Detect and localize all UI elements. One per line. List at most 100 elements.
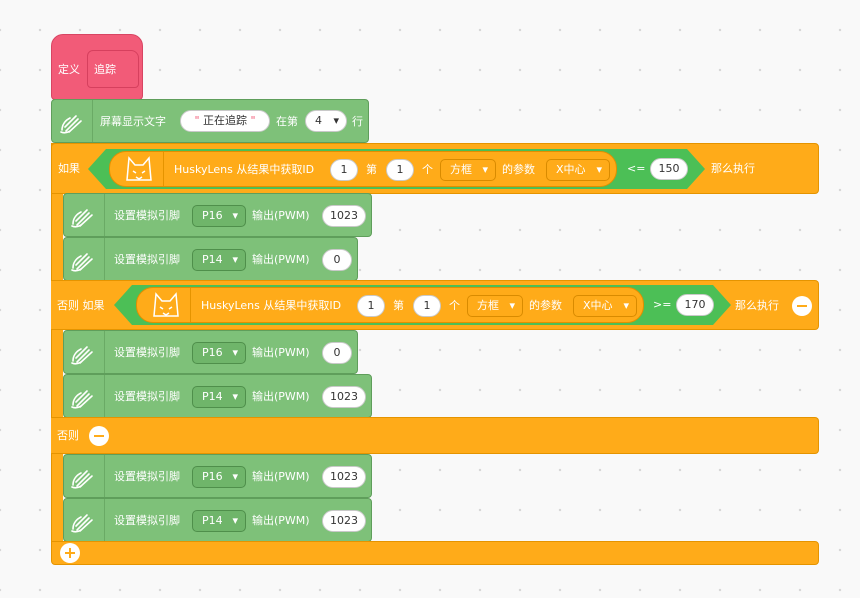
- pin-dropdown-5[interactable]: P16: [192, 466, 246, 488]
- pwm-out-label-6: 输出(PWM): [252, 514, 310, 527]
- pwm-value-1: 1023: [330, 209, 358, 222]
- threshold-input-1[interactable]: 150: [650, 158, 688, 180]
- huskylens-reporter-1[interactable]: HuskyLens 从结果中获取ID 1 第 1 个 方框 的参数 X中心: [109, 151, 617, 187]
- define-block[interactable]: 定义 追踪: [51, 34, 143, 100]
- compare-op-2: >=: [653, 298, 672, 311]
- pin-value-1: P16: [202, 209, 223, 222]
- if-then-label: 那么执行: [711, 162, 755, 175]
- compare-op-1: <=: [627, 162, 646, 175]
- threshold-value-1: 150: [658, 162, 680, 175]
- pwm-block-5[interactable]: 设置模拟引脚 P16 输出(PWM) 1023: [63, 454, 372, 498]
- threshold-value-2: 170: [684, 298, 706, 311]
- display-text-value: 正在追踪: [203, 114, 247, 127]
- pwm-value-input-6[interactable]: 1023: [322, 510, 366, 532]
- husky-param-dropdown-2[interactable]: X中心: [573, 295, 637, 317]
- pin-dropdown-3[interactable]: P16: [192, 342, 246, 364]
- pwm-out-label-4: 输出(PWM): [252, 390, 310, 403]
- husky-index-value-1: 1: [396, 163, 404, 176]
- husky-id-value-2: 1: [367, 299, 375, 312]
- husky-shape-dropdown-1[interactable]: 方框: [440, 159, 496, 181]
- microbit-hand-icon: [69, 204, 97, 228]
- huskylens-reporter-2[interactable]: HuskyLens 从结果中获取ID 1 第 1 个 方框 的参数 X中心: [136, 287, 644, 323]
- husky-id-input-1[interactable]: 1: [330, 159, 358, 181]
- pwm-block-1[interactable]: 设置模拟引脚 P16 输出(PWM) 1023: [63, 193, 372, 237]
- microbit-hand-icon: [69, 385, 97, 409]
- husky-param-dropdown-1[interactable]: X中心: [546, 159, 610, 181]
- pwm-value-input-1[interactable]: 1023: [322, 205, 366, 227]
- pwm-block-3[interactable]: 设置模拟引脚 P16 输出(PWM) 0: [63, 330, 358, 374]
- if-label: 如果: [58, 162, 80, 175]
- husky-prefix-1: HuskyLens 从结果中获取ID: [174, 163, 315, 176]
- pwm-value-3: 0: [333, 346, 341, 359]
- row-suffix-label: 行: [352, 115, 363, 128]
- pin-value-3: P16: [202, 346, 223, 359]
- husky-index-input-1[interactable]: 1: [386, 159, 414, 181]
- husky-prefix-2: HuskyLens 从结果中获取ID: [201, 299, 342, 312]
- pin-dropdown-2[interactable]: P14: [192, 249, 246, 271]
- screen-display-label: 屏幕显示文字: [100, 115, 166, 128]
- husky-di-2: 第: [393, 299, 404, 312]
- microbit-hand-icon: [69, 509, 97, 533]
- quote-close: ": [250, 114, 256, 127]
- add-branch-button[interactable]: [60, 543, 80, 563]
- pwm-value-4: 1023: [330, 390, 358, 403]
- husky-shape-value-2: 方框: [477, 299, 499, 312]
- husky-shape-value-1: 方框: [450, 163, 472, 176]
- pwm-value-6: 1023: [330, 514, 358, 527]
- pwm-out-label-2: 输出(PWM): [252, 253, 310, 266]
- husky-id-value-1: 1: [340, 163, 348, 176]
- husky-ge-1: 个: [422, 163, 433, 176]
- microbit-hand-icon: [58, 110, 86, 134]
- pwm-value-input-5[interactable]: 1023: [322, 466, 366, 488]
- elseif-label: 否则 如果: [57, 299, 105, 312]
- pin-dropdown-6[interactable]: P14: [192, 510, 246, 532]
- huskylens-cat-icon: [122, 154, 156, 186]
- microbit-hand-icon: [69, 341, 97, 365]
- pin-value-5: P16: [202, 470, 223, 483]
- pwm-block-4[interactable]: 设置模拟引脚 P14 输出(PWM) 1023: [63, 374, 372, 418]
- pwm-block-2[interactable]: 设置模拟引脚 P14 输出(PWM) 0: [63, 237, 358, 281]
- row-number-value: 4: [315, 114, 322, 127]
- if-block-frame: [51, 143, 63, 565]
- row-number-dropdown[interactable]: 4: [305, 110, 347, 132]
- define-name-slot[interactable]: 追踪: [87, 50, 139, 88]
- pwm-label-1: 设置模拟引脚: [114, 209, 180, 222]
- elseif-then-label: 那么执行: [735, 299, 779, 312]
- pwm-value-input-3[interactable]: 0: [322, 342, 352, 364]
- pwm-label-2: 设置模拟引脚: [114, 253, 180, 266]
- microbit-hand-icon: [69, 248, 97, 272]
- pwm-out-label-1: 输出(PWM): [252, 209, 310, 222]
- screen-display-block[interactable]: 屏幕显示文字 " 正在追踪 " 在第 4 行: [51, 99, 369, 143]
- remove-else-button[interactable]: [89, 426, 109, 446]
- husky-ge-2: 个: [449, 299, 460, 312]
- if-block-footer: [51, 541, 819, 565]
- husky-index-value-2: 1: [423, 299, 431, 312]
- pwm-value-input-4[interactable]: 1023: [322, 386, 366, 408]
- husky-index-input-2[interactable]: 1: [413, 295, 441, 317]
- threshold-input-2[interactable]: 170: [676, 294, 714, 316]
- husky-shape-dropdown-2[interactable]: 方框: [467, 295, 523, 317]
- pwm-block-6[interactable]: 设置模拟引脚 P14 输出(PWM) 1023: [63, 498, 372, 542]
- display-text-input[interactable]: " 正在追踪 ": [180, 110, 270, 132]
- pin-dropdown-4[interactable]: P14: [192, 386, 246, 408]
- pwm-out-label-5: 输出(PWM): [252, 470, 310, 483]
- pwm-label-5: 设置模拟引脚: [114, 470, 180, 483]
- husky-param-label-2: 的参数: [529, 299, 562, 312]
- husky-di-1: 第: [366, 163, 377, 176]
- pwm-value-input-2[interactable]: 0: [322, 249, 352, 271]
- pwm-out-label-3: 输出(PWM): [252, 346, 310, 359]
- pin-dropdown-1[interactable]: P16: [192, 205, 246, 227]
- pwm-label-4: 设置模拟引脚: [114, 390, 180, 403]
- else-label: 否则: [57, 429, 79, 442]
- else-header[interactable]: 否则: [51, 417, 819, 454]
- husky-id-input-2[interactable]: 1: [357, 295, 385, 317]
- define-label: 定义: [58, 63, 80, 76]
- row-at-label: 在第: [276, 115, 298, 128]
- pin-value-4: P14: [202, 390, 223, 403]
- pwm-value-5: 1023: [330, 470, 358, 483]
- remove-branch-button[interactable]: [792, 296, 812, 316]
- pwm-label-3: 设置模拟引脚: [114, 346, 180, 359]
- pwm-label-6: 设置模拟引脚: [114, 514, 180, 527]
- pin-value-6: P14: [202, 514, 223, 527]
- define-name: 追踪: [94, 63, 116, 76]
